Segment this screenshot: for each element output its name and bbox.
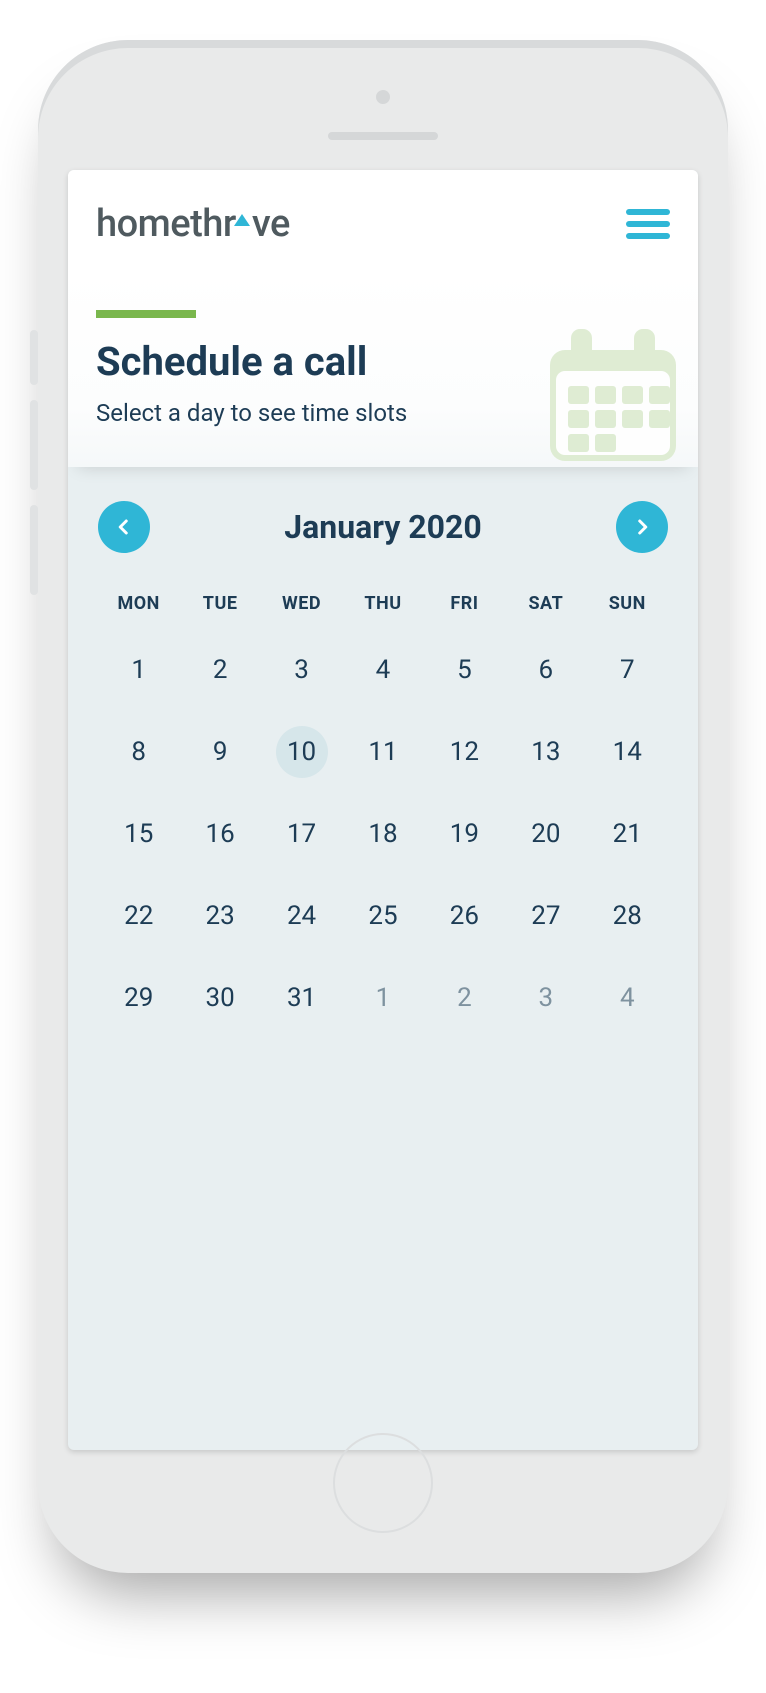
calendar-day-selected[interactable]: 10 [276,726,328,778]
brand-name-right: ve [252,202,290,246]
calendar-day[interactable]: 17 [261,808,342,860]
calendar-day[interactable]: 7 [587,644,668,696]
calendar-day[interactable]: 29 [98,972,179,1024]
calendar-day[interactable]: 18 [342,808,423,860]
calendar-day[interactable]: 28 [587,890,668,942]
calendar-day[interactable]: 5 [424,644,505,696]
calendar-day[interactable]: 22 [98,890,179,942]
day-header: TUE [179,593,260,614]
calendar-day[interactable]: 14 [587,726,668,778]
calendar-day[interactable]: 12 [424,726,505,778]
day-header: MON [98,593,179,614]
calendar-day[interactable]: 15 [98,808,179,860]
calendar-day[interactable]: 1 [98,644,179,696]
calendar-day[interactable]: 25 [342,890,423,942]
calendar-day: 4 [587,972,668,1024]
calendar-day[interactable]: 26 [424,890,505,942]
calendar-day[interactable]: 30 [179,972,260,1024]
brand-caret-icon [234,214,250,226]
day-header: FRI [424,593,505,614]
next-month-button[interactable] [616,501,668,553]
prev-month-button[interactable] [98,501,150,553]
calendar-day: 2 [424,972,505,1024]
phone-side-button [30,505,38,595]
brand-logo: homethr ve [96,202,290,246]
day-header: SAT [505,593,586,614]
phone-home-button [333,1433,433,1533]
hero-section: Schedule a call Select a day to see time… [68,270,698,467]
calendar-day[interactable]: 11 [342,726,423,778]
app-header: homethr ve [68,170,698,270]
calendar-day[interactable]: 31 [261,972,342,1024]
day-header: THU [342,593,423,614]
phone-side-button [30,330,38,385]
month-label: January 2020 [284,508,481,546]
day-header: SUN [587,593,668,614]
calendar-day[interactable]: 21 [587,808,668,860]
calendar-day[interactable]: 19 [424,808,505,860]
calendar-day[interactable]: 3 [261,644,342,696]
calendar-day[interactable]: 4 [342,644,423,696]
calendar-day[interactable]: 2 [179,644,260,696]
calendar-day[interactable]: 23 [179,890,260,942]
calendar-day[interactable]: 13 [505,726,586,778]
phone-frame: homethr ve Schedule a call Select a day t… [38,40,728,1573]
phone-side-button [30,400,38,490]
calendar-day[interactable]: 20 [505,808,586,860]
calendar-nav: January 2020 [98,501,668,553]
calendar-day[interactable]: 9 [179,726,260,778]
menu-button[interactable] [626,209,670,239]
calendar-day[interactable]: 6 [505,644,586,696]
calendar: January 2020 MONTUEWEDTHUFRISATSUN123456… [68,467,698,1450]
day-header: WED [261,593,342,614]
accent-bar [96,310,196,318]
chevron-right-icon [633,518,651,536]
calendar-icon [538,320,688,470]
chevron-left-icon [115,518,133,536]
calendar-day: 3 [505,972,586,1024]
app-screen: homethr ve Schedule a call Select a day t… [68,170,698,1450]
calendar-day: 1 [342,972,423,1024]
calendar-grid: MONTUEWEDTHUFRISATSUN1234567891011121314… [98,593,668,1024]
calendar-day[interactable]: 16 [179,808,260,860]
calendar-day[interactable]: 8 [98,726,179,778]
calendar-day[interactable]: 24 [261,890,342,942]
brand-name-left: homethr [96,202,236,246]
calendar-day[interactable]: 27 [505,890,586,942]
